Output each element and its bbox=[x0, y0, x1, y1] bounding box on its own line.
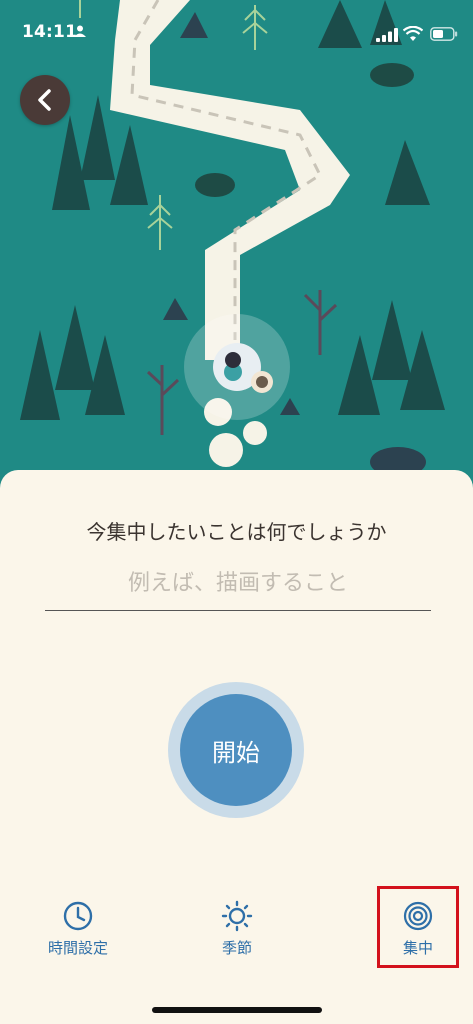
nav-item-season[interactable]: 季節 bbox=[182, 900, 292, 958]
nav-item-time-settings[interactable]: 時間設定 bbox=[23, 900, 133, 958]
cellular-signal-icon bbox=[376, 28, 398, 42]
status-time: 14:11 bbox=[22, 22, 78, 42]
task-input[interactable] bbox=[45, 556, 431, 611]
nav-label-time-settings: 時間設定 bbox=[47, 939, 108, 957]
focus-question: 今集中したいことは何でしょうか bbox=[86, 520, 387, 544]
home-indicator bbox=[152, 1007, 322, 1013]
nav-label-season: 季節 bbox=[221, 939, 252, 957]
start-button[interactable]: 開始 bbox=[180, 694, 292, 806]
forest-map-scene: 14:11 bbox=[0, 0, 473, 500]
wifi-icon bbox=[403, 26, 423, 41]
clock-icon bbox=[63, 901, 93, 931]
back-button[interactable] bbox=[20, 75, 70, 125]
start-button-ring: 開始 bbox=[168, 682, 304, 818]
person-icon bbox=[74, 25, 86, 37]
focus-panel: 今集中したいことは何でしょうか 開始 時間設定 季節 集中 bbox=[0, 470, 473, 1024]
selection-highlight-box bbox=[377, 886, 459, 968]
battery-icon bbox=[430, 27, 458, 41]
chevron-left-icon bbox=[38, 89, 51, 111]
status-bar: 14:11 bbox=[0, 0, 473, 70]
sun-icon bbox=[221, 900, 253, 932]
forest-illustration bbox=[0, 0, 473, 500]
